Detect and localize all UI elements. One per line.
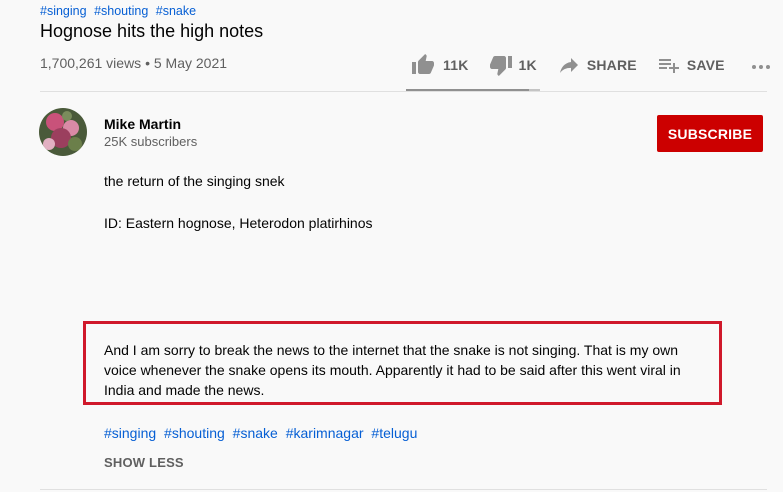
playlist-add-icon (658, 59, 679, 73)
share-label: SHARE (586, 57, 637, 73)
save-label: SAVE (686, 57, 725, 73)
hashtag-link[interactable]: #singing (40, 4, 87, 18)
hashtag-link[interactable]: #snake (156, 4, 196, 18)
hashtag-link[interactable]: #shouting (164, 425, 225, 441)
divider (40, 489, 767, 490)
subscriber-count: 25K subscribers (104, 134, 198, 149)
like-button[interactable]: 11K (411, 52, 469, 78)
view-count-date: 1,700,261 views • 5 May 2021 (40, 55, 228, 71)
dislike-count: 1K (518, 57, 537, 73)
description-line: the return of the singing snek (104, 173, 285, 189)
action-bar: 11K 1K SHARE SAVE (406, 52, 773, 92)
thumb-down-icon (489, 56, 512, 76)
top-hashtags: #singing #shouting #snake (40, 4, 200, 18)
more-icon (751, 65, 770, 69)
hashtag-link[interactable]: #telugu (371, 425, 417, 441)
more-actions-button[interactable] (749, 52, 773, 78)
hashtag-link[interactable]: #snake (233, 425, 278, 441)
save-button[interactable]: SAVE (657, 52, 725, 78)
description-highlighted-paragraph: And I am sorry to break the news to the … (104, 342, 681, 398)
description-line: ID: Eastern hognose, Heterodon platirhin… (104, 215, 373, 231)
thumb-up-icon (412, 54, 434, 74)
description-hashtags: #singing #shouting #snake #karimnagar #t… (104, 425, 421, 441)
avatar[interactable] (39, 108, 87, 156)
avatar-image (39, 108, 87, 156)
hashtag-link[interactable]: #shouting (94, 4, 148, 18)
share-icon (559, 58, 578, 73)
subscribe-button[interactable]: SUBSCRIBE (657, 115, 763, 152)
hashtag-link[interactable]: #singing (104, 425, 156, 441)
share-button[interactable]: SHARE (557, 52, 637, 78)
divider (40, 91, 767, 92)
dislike-button[interactable]: 1K (489, 52, 537, 78)
hashtag-link[interactable]: #karimnagar (286, 425, 364, 441)
like-count: 11K (443, 57, 469, 73)
channel-name[interactable]: Mike Martin (104, 116, 181, 132)
video-title: Hognose hits the high notes (40, 21, 264, 41)
show-less-button[interactable]: SHOW LESS (104, 455, 184, 470)
